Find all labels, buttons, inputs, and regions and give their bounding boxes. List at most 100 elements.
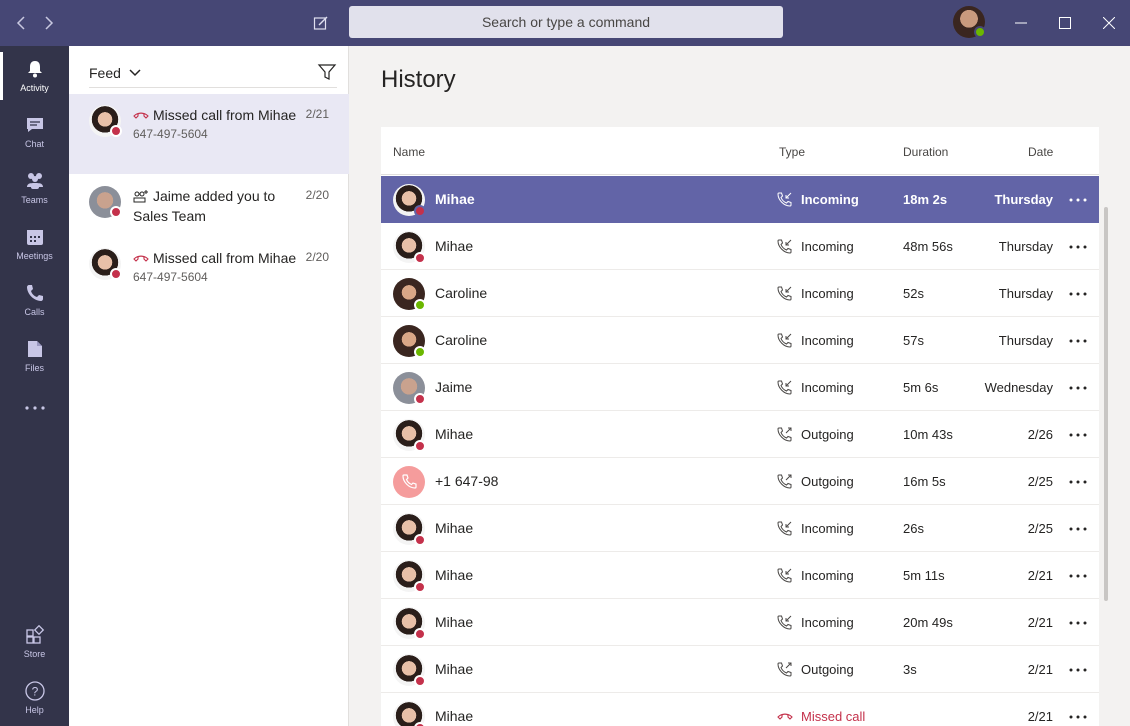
more-options-button[interactable] <box>1069 564 1087 584</box>
call-duration: 48m 56s <box>903 239 953 254</box>
feed-item[interactable]: Missed call from Mihae 647-497-5604 2/21 <box>69 94 349 174</box>
rail-item-files[interactable]: Files <box>0 330 69 382</box>
more-options-button[interactable] <box>1069 611 1087 631</box>
rail-item-activity[interactable]: Activity <box>0 50 69 102</box>
minimize-button[interactable] <box>1006 8 1036 38</box>
busy-status-icon <box>414 722 426 726</box>
outgoing-call-icon <box>777 426 793 442</box>
page-title: History <box>381 66 456 94</box>
rail-item-meetings[interactable]: Meetings <box>0 218 69 270</box>
scrollbar[interactable] <box>1104 207 1108 601</box>
table-row[interactable]: MihaeMissed call2/21 <box>381 693 1099 726</box>
feed-item-phone: 647-497-5604 <box>133 125 298 143</box>
close-button[interactable] <box>1094 8 1124 38</box>
maximize-button[interactable] <box>1050 8 1080 38</box>
feed-item-title: Jaime added you to Sales Team <box>133 188 275 224</box>
more-options-button[interactable] <box>1069 517 1087 537</box>
contact-name: Mihae <box>435 567 473 583</box>
more-horizontal-icon <box>1069 198 1087 202</box>
table-row[interactable]: MihaeIncoming48m 56sThursday <box>381 223 1099 270</box>
feed-item[interactable]: Missed call from Mihae 647-497-5604 2/20 <box>69 237 349 317</box>
forward-button[interactable] <box>34 8 64 38</box>
table-row[interactable]: +1 647-98Outgoing16m 5s2/25 <box>381 458 1099 505</box>
calendar-icon <box>25 227 45 247</box>
incoming-call-icon <box>777 191 793 207</box>
filter-icon[interactable] <box>317 62 337 82</box>
busy-status-icon <box>414 393 426 405</box>
rail-label: Meetings <box>16 251 53 261</box>
table-row[interactable]: MihaeIncoming5m 11s2/21 <box>381 552 1099 599</box>
call-type: Outgoing <box>801 474 854 489</box>
more-options-button[interactable] <box>1069 282 1087 302</box>
feed-item-text: Missed call from Mihae 647-497-5604 <box>133 248 298 286</box>
busy-status-icon <box>414 581 426 593</box>
contact-name: Mihae <box>435 238 473 254</box>
busy-status-icon <box>414 534 426 546</box>
feed-item-text: Missed call from Mihae 647-497-5604 <box>133 105 298 143</box>
help-icon: ? <box>25 681 45 701</box>
svg-text:?: ? <box>31 685 38 699</box>
table-row[interactable]: CarolineIncoming57sThursday <box>381 317 1099 364</box>
call-date: 2/21 <box>1028 662 1053 677</box>
table-row[interactable]: MihaeOutgoing10m 43s2/26 <box>381 411 1099 458</box>
column-header-type[interactable]: Type <box>779 145 805 159</box>
back-button[interactable] <box>6 8 36 38</box>
maximize-icon <box>1059 17 1071 29</box>
call-type: Outgoing <box>801 427 854 442</box>
rail-item-help[interactable]: ? Help <box>0 672 69 724</box>
call-date: 2/26 <box>1028 427 1053 442</box>
call-duration: 16m 5s <box>903 474 946 489</box>
feed-item-date: 2/20 <box>306 250 329 264</box>
more-options-button[interactable] <box>1069 235 1087 255</box>
available-status-icon <box>414 299 426 311</box>
call-duration: 18m 2s <box>903 192 947 207</box>
incoming-call-icon <box>777 614 793 630</box>
table-row[interactable]: JaimeIncoming5m 6sWednesday <box>381 364 1099 411</box>
rail-label: Files <box>25 363 44 373</box>
compose-icon <box>313 15 329 31</box>
file-icon <box>25 339 45 359</box>
rail-item-calls[interactable]: Calls <box>0 274 69 326</box>
table-row[interactable]: MihaeIncoming18m 2sThursday <box>381 176 1099 223</box>
call-date: 2/25 <box>1028 474 1053 489</box>
contact-name: Jaime <box>435 379 472 395</box>
more-options-button[interactable] <box>1069 423 1087 443</box>
column-header-duration[interactable]: Duration <box>903 145 948 159</box>
busy-status-icon <box>414 628 426 640</box>
chevron-left-icon <box>16 16 26 30</box>
call-date: 2/21 <box>1028 615 1053 630</box>
contact-name: Mihae <box>435 661 473 677</box>
column-header-name[interactable]: Name <box>393 145 425 159</box>
missed-call-icon <box>133 108 149 122</box>
table-row[interactable]: CarolineIncoming52sThursday <box>381 270 1099 317</box>
table-row[interactable]: MihaeIncoming20m 49s2/21 <box>381 599 1099 646</box>
busy-status-icon <box>414 440 426 452</box>
table-row[interactable]: MihaeIncoming26s2/25 <box>381 505 1099 552</box>
busy-status-icon <box>414 675 426 687</box>
more-options-button[interactable] <box>1069 705 1087 725</box>
search-input[interactable]: Search or type a command <box>349 6 783 38</box>
new-chat-button[interactable] <box>306 8 336 38</box>
rail-more-button[interactable] <box>0 384 69 436</box>
more-options-button[interactable] <box>1069 329 1087 349</box>
rail-item-store[interactable]: Store <box>0 616 69 668</box>
feed-dropdown-label[interactable]: Feed <box>89 65 121 81</box>
call-type: Outgoing <box>801 662 854 677</box>
table-row[interactable]: MihaeOutgoing3s2/21 <box>381 646 1099 693</box>
rail-item-chat[interactable]: Chat <box>0 106 69 158</box>
call-date: Wednesday <box>985 380 1053 395</box>
chevron-down-icon[interactable] <box>129 69 141 77</box>
column-header-date[interactable]: Date <box>1028 145 1053 159</box>
activity-feed-panel: Feed Missed call from Mihae 647-497-5604… <box>69 46 349 726</box>
more-options-button[interactable] <box>1069 470 1087 490</box>
contact-name: Mihae <box>435 520 473 536</box>
rail-item-teams[interactable]: Teams <box>0 162 69 214</box>
rail-label: Store <box>24 649 46 659</box>
call-duration: 5m 6s <box>903 380 938 395</box>
more-options-button[interactable] <box>1069 658 1087 678</box>
feed-item-title: Missed call from Mihae <box>153 250 296 266</box>
missed-call-icon <box>133 251 149 265</box>
more-horizontal-icon <box>1069 668 1087 672</box>
more-options-button[interactable] <box>1069 188 1087 208</box>
more-options-button[interactable] <box>1069 376 1087 396</box>
